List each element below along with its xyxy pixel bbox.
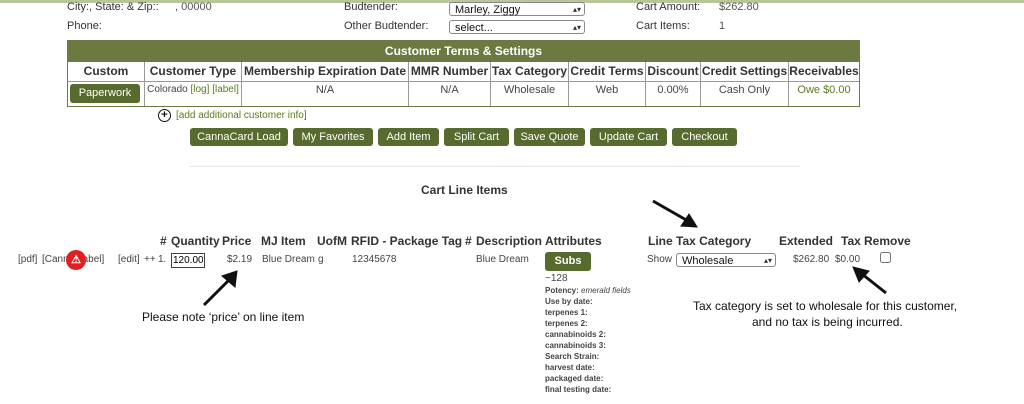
arrow-to-tax — [861, 272, 887, 295]
arrow-to-price — [202, 277, 232, 307]
arrow-to-tax-category — [652, 199, 689, 223]
annotation-arrows — [202, 199, 887, 307]
arrowhead — [852, 266, 870, 283]
arrowhead — [680, 213, 698, 228]
tax-note-line1: Tax category is set to wholesale for thi… — [693, 299, 958, 313]
tax-note-line2: and no tax is being incurred. — [752, 315, 903, 329]
price-note: Please note ‘price’ on line item — [142, 310, 305, 324]
